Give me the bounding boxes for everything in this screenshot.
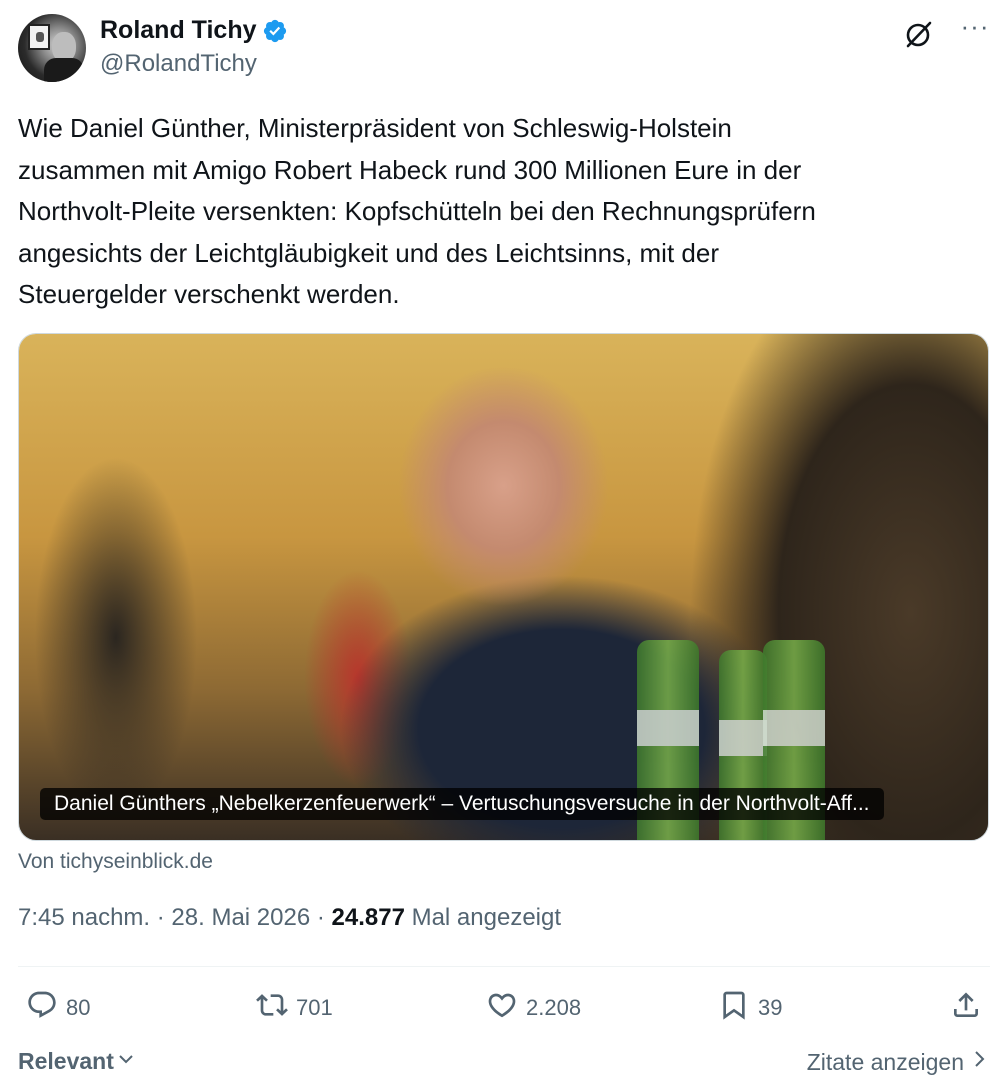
tweet-meta: 7:45 nachm. · 28. Mai 2026 · 24.877 Mal … [18, 904, 561, 932]
grok-icon[interactable] [902, 18, 934, 50]
views-count: 24.877 [331, 904, 405, 931]
view-quotes-link[interactable]: Zitate anzeigen [807, 1048, 990, 1076]
repost-count: 701 [296, 995, 333, 1020]
chevron-right-icon [964, 1048, 990, 1076]
repost-button[interactable]: 701 [256, 986, 333, 1030]
heart-icon [486, 989, 526, 1027]
bookmark-icon [718, 989, 758, 1027]
author-name-row: Roland Tichy [100, 16, 288, 45]
tweet-time[interactable]: 7:45 nachm. [18, 904, 150, 931]
meta-separator: · [310, 904, 332, 931]
tweet-text: Wie Daniel Günther, Ministerpräsident vo… [18, 113, 816, 309]
card-title: Daniel Günthers „Nebelkerzenfeuerwerk“ –… [40, 788, 884, 820]
quotes-label: Zitate anzeigen [806, 1048, 964, 1075]
share-button[interactable] [950, 986, 982, 1030]
reply-button[interactable]: 80 [26, 986, 90, 1030]
more-options-icon[interactable]: ··· [960, 13, 990, 46]
link-card[interactable]: Daniel Günthers „Nebelkerzenfeuerwerk“ –… [18, 333, 989, 841]
share-icon [950, 989, 982, 1027]
avatar-frame-detail [28, 24, 50, 50]
repost-icon [256, 989, 296, 1027]
like-count: 2.208 [526, 995, 582, 1020]
avatar[interactable] [18, 14, 86, 82]
author-name[interactable]: Roland Tichy [100, 16, 257, 45]
chevron-down-icon [114, 1048, 136, 1075]
views-label: Mal angezeigt [404, 904, 562, 931]
reply-count: 80 [66, 995, 91, 1020]
author-handle[interactable]: @RolandTichy [100, 50, 257, 78]
bookmark-button[interactable]: 39 [718, 986, 782, 1030]
card-source[interactable]: Von tichyseinblick.de [18, 850, 213, 874]
bookmark-count: 39 [758, 995, 783, 1020]
meta-separator: · [150, 904, 172, 931]
article-photo [19, 334, 988, 840]
tweet-date[interactable]: 28. Mai 2026 [171, 904, 310, 931]
like-button[interactable]: 2.208 [486, 986, 581, 1030]
tweet-header: Roland Tichy @RolandTichy ··· [18, 13, 990, 84]
divider [18, 966, 990, 967]
action-bar: 80 701 2.208 39 [18, 986, 990, 1030]
sort-dropdown[interactable]: Relevant [18, 1048, 136, 1075]
sort-label: Relevant [18, 1048, 114, 1074]
tweet-footer: Relevant Zitate anzeigen [18, 1044, 990, 1080]
verified-badge-icon[interactable] [262, 18, 288, 44]
avatar-body [44, 58, 84, 82]
reply-icon [26, 989, 66, 1027]
